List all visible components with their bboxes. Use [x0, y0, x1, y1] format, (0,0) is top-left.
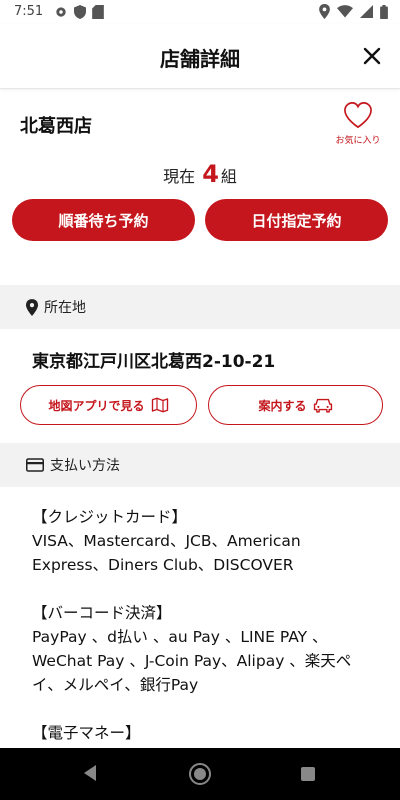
payment-section-label: 支払い方法 — [50, 458, 120, 474]
heart-icon — [344, 102, 372, 129]
signal-icon — [360, 5, 373, 22]
payment-block-body: VISA、Mastercard、JCB、American Express、Din… — [32, 532, 301, 574]
location-pin-icon — [319, 4, 330, 23]
credit-card-icon — [26, 458, 44, 472]
payment-block-heading: 【電子マネー】 — [32, 724, 141, 742]
close-button[interactable] — [360, 44, 384, 68]
app-header: 店舗詳細 — [0, 24, 400, 89]
open-map-app-button[interactable]: 地図アプリで見る — [20, 385, 197, 425]
system-nav-bar — [0, 748, 400, 800]
payment-block-heading: 【クレジットカード】 — [32, 508, 188, 526]
store-address: 東京都江戸川区北葛西2-10-21 — [32, 352, 276, 372]
payment-block-emoney: 【電子マネー】 — [32, 721, 368, 745]
open-map-app-label: 地図アプリで見る — [48, 398, 145, 413]
recents-square-icon[interactable] — [300, 766, 316, 786]
page-title: 店舗詳細 — [160, 47, 240, 71]
payment-block-barcode: 【バーコード決済】 PayPay 、d払い 、au Pay 、LINE PAY … — [32, 601, 368, 697]
status-bar: 7:51 — [0, 0, 400, 24]
payment-block-credit: 【クレジットカード】 VISA、Mastercard、JCB、American … — [32, 505, 368, 577]
back-triangle-icon[interactable] — [82, 764, 98, 786]
wifi-icon — [337, 5, 353, 22]
date-reserve-label: 日付指定予約 — [251, 211, 342, 230]
waiting-count: 現在 4組 — [0, 160, 400, 188]
shield-icon — [74, 5, 86, 23]
location-section-header: 所在地 — [0, 285, 400, 329]
payment-section-header: 支払い方法 — [0, 443, 400, 487]
car-icon — [313, 398, 332, 413]
map-pin-icon — [26, 298, 38, 316]
payment-methods: 【クレジットカード】 VISA、Mastercard、JCB、American … — [32, 505, 368, 769]
battery-icon — [380, 4, 388, 23]
payment-block-body: PayPay 、d払い 、au Pay 、LINE PAY 、WeChat Pa… — [32, 628, 352, 694]
close-icon — [363, 47, 381, 65]
payment-block-heading: 【バーコード決済】 — [32, 604, 172, 622]
sd-card-icon — [92, 5, 104, 23]
queue-reserve-label: 順番待ち予約 — [58, 211, 149, 230]
favorite-button[interactable]: お気に入り — [334, 101, 382, 146]
guide-label: 案内する — [258, 398, 307, 413]
store-name: 北葛西店 — [20, 116, 92, 137]
location-section-label: 所在地 — [44, 300, 86, 316]
waiting-prefix: 現在 — [163, 167, 196, 186]
settings-gear-icon — [54, 5, 68, 23]
waiting-unit: 組 — [220, 167, 237, 186]
guide-button[interactable]: 案内する — [208, 385, 383, 425]
date-reserve-button[interactable]: 日付指定予約 — [205, 199, 388, 241]
queue-reserve-button[interactable]: 順番待ち予約 — [12, 199, 195, 241]
home-circle-icon[interactable] — [188, 762, 212, 790]
waiting-number: 4 — [202, 160, 219, 188]
map-icon — [151, 397, 168, 413]
favorite-label: お気に入り — [335, 136, 381, 146]
status-time: 7:51 — [14, 4, 44, 19]
